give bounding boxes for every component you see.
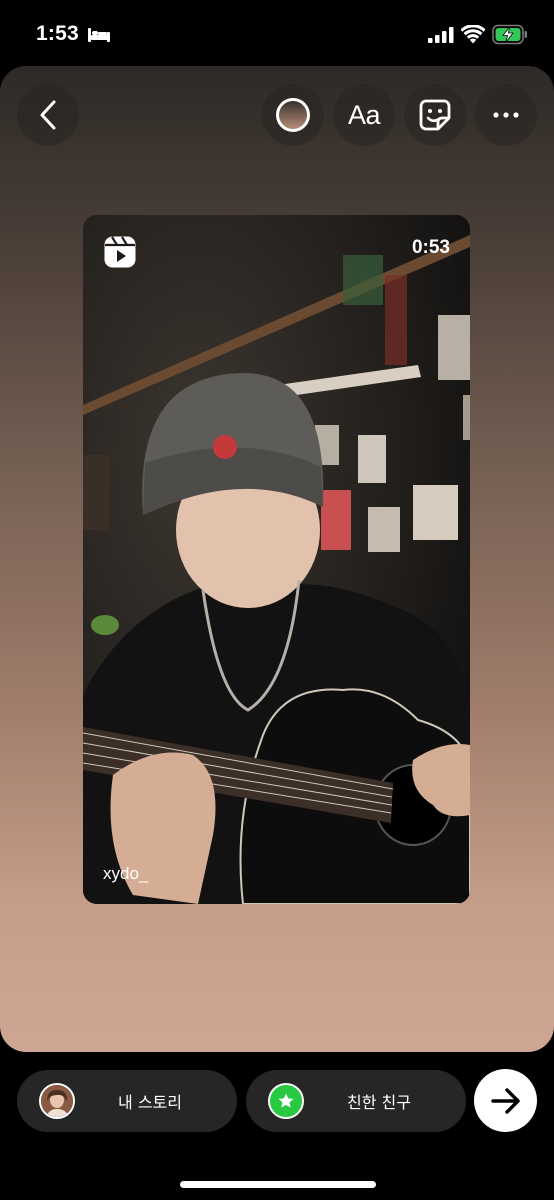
reels-icon bbox=[104, 236, 136, 268]
wifi-icon bbox=[461, 25, 485, 44]
more-button[interactable] bbox=[475, 84, 537, 146]
color-picker-button[interactable] bbox=[262, 84, 324, 146]
send-button[interactable] bbox=[474, 1069, 537, 1132]
battery-charging-icon bbox=[492, 24, 527, 45]
reel-preview-card[interactable]: 0:53 xydo_ bbox=[83, 215, 470, 904]
back-button[interactable] bbox=[17, 84, 79, 146]
your-story-label: 내 스토리 bbox=[118, 1093, 182, 1112]
close-friends-button[interactable]: 친한 친구 bbox=[246, 1070, 466, 1132]
text-tool-label: Aa bbox=[347, 99, 381, 130]
status-bar: 1:53 bbox=[0, 0, 554, 66]
close-friends-label: 친한 친구 bbox=[347, 1093, 411, 1112]
status-time: 1:53 bbox=[36, 22, 79, 45]
home-indicator bbox=[180, 1181, 376, 1188]
bed-icon bbox=[88, 28, 110, 42]
more-horizontal-icon bbox=[493, 112, 519, 118]
sticker-button[interactable] bbox=[404, 84, 466, 146]
star-icon bbox=[268, 1083, 304, 1119]
reel-username: xydo_ bbox=[103, 864, 149, 883]
text-tool-button[interactable]: Aa bbox=[333, 84, 395, 146]
avatar bbox=[39, 1083, 75, 1119]
story-canvas: Aa 0:53 xydo_ bbox=[0, 66, 554, 1052]
sticker-icon bbox=[419, 99, 451, 131]
your-story-button[interactable]: 내 스토리 bbox=[17, 1070, 237, 1132]
color-swatch-icon bbox=[276, 98, 310, 132]
chevron-left-icon bbox=[40, 100, 56, 130]
reel-duration: 0:53 bbox=[411, 237, 450, 258]
arrow-right-icon bbox=[490, 1087, 520, 1114]
reel-thumbnail-image bbox=[83, 215, 470, 904]
cellular-signal-icon bbox=[428, 27, 454, 43]
